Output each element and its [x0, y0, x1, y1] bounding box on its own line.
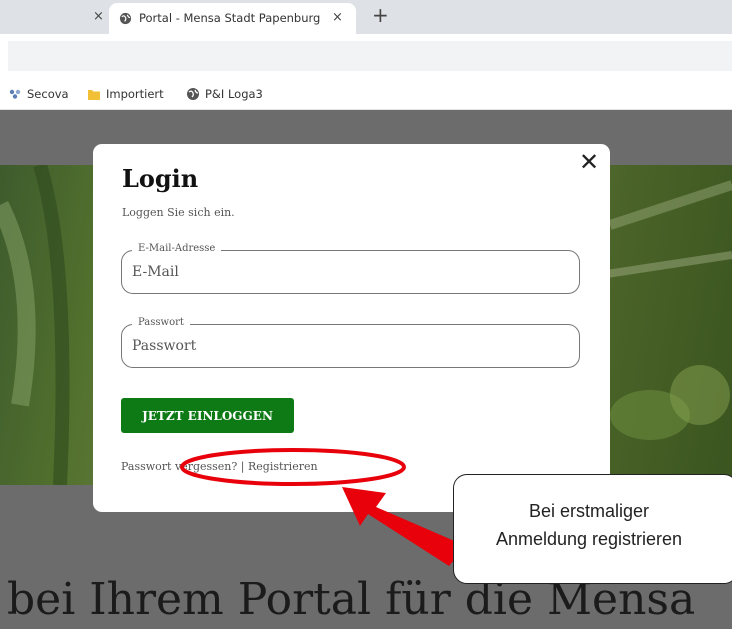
- globe-icon: [119, 12, 132, 25]
- new-tab-button[interactable]: +: [372, 3, 389, 27]
- auth-links: Passwort vergessen? | Registrieren: [121, 460, 318, 473]
- tab-close-icon[interactable]: ×: [332, 10, 343, 25]
- folder-icon: [88, 89, 100, 100]
- address-bar[interactable]: [8, 41, 732, 71]
- password-field-label: Passwort: [132, 317, 190, 328]
- forgot-password-link[interactable]: Passwort vergessen?: [121, 460, 237, 473]
- tab-title: Portal - Mensa Stadt Papenburg: [139, 11, 321, 25]
- globe-icon: [187, 88, 199, 100]
- secova-icon: [9, 89, 21, 99]
- previous-tab-close-icon[interactable]: ×: [93, 9, 104, 24]
- callout-text: Bei erstmaliger Anmeldung registrieren: [454, 497, 724, 553]
- tab-bar: × Portal - Mensa Stadt Papenburg × +: [0, 0, 732, 34]
- bookmarks-bar: Secova Importiert P&I Loga3: [0, 79, 732, 110]
- annotation-callout: Bei erstmaliger Anmeldung registrieren: [453, 474, 732, 584]
- bookmark-loga3[interactable]: P&I Loga3: [186, 86, 263, 102]
- bookmark-importiert[interactable]: Importiert: [87, 86, 164, 102]
- modal-title: Login: [122, 164, 199, 193]
- close-icon[interactable]: ✕: [579, 148, 599, 176]
- password-input[interactable]: [132, 338, 552, 354]
- bookmark-label: Importiert: [106, 87, 164, 101]
- callout-line-1: Bei erstmaliger: [528, 501, 650, 521]
- email-input[interactable]: [132, 264, 552, 280]
- login-modal: ✕ Login Loggen Sie sich ein. E-Mail-Adre…: [93, 144, 610, 512]
- login-button[interactable]: JETZT EINLOGGEN: [121, 398, 294, 433]
- email-field: E-Mail-Adresse: [121, 243, 580, 294]
- email-field-label: E-Mail-Adresse: [132, 243, 222, 254]
- bookmark-secova[interactable]: Secova: [8, 86, 69, 102]
- address-bar-area: [0, 34, 732, 79]
- register-link[interactable]: Registrieren: [248, 460, 318, 473]
- bookmark-label: Secova: [27, 87, 69, 101]
- link-separator: |: [237, 460, 248, 473]
- password-field: Passwort: [121, 317, 580, 368]
- bookmark-label: P&I Loga3: [205, 87, 263, 101]
- modal-subtitle: Loggen Sie sich ein.: [122, 206, 235, 219]
- tab-active[interactable]: Portal - Mensa Stadt Papenburg ×: [109, 3, 356, 34]
- callout-line-2: Anmeldung registrieren: [495, 529, 683, 549]
